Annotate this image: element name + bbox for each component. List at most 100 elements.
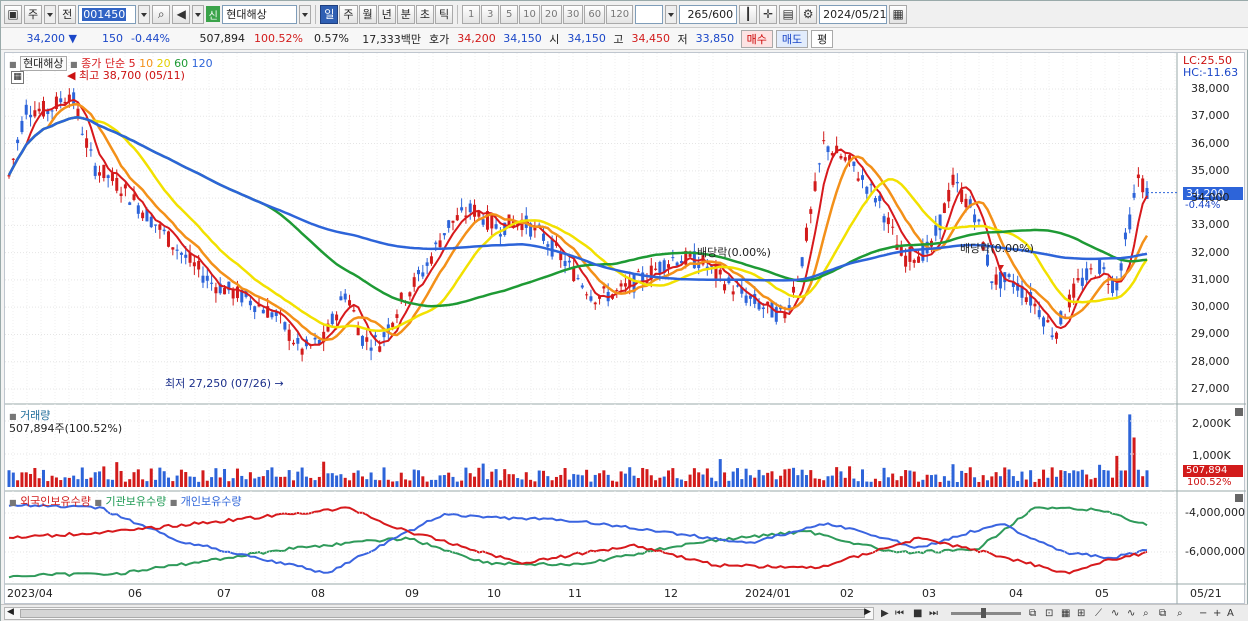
sell-button[interactable]: 매도	[775, 29, 809, 48]
custom-minute-input[interactable]	[635, 4, 664, 24]
buy-button[interactable]: 매수	[740, 29, 773, 48]
candle-body	[391, 322, 395, 328]
stock-name-dropdown[interactable]	[299, 4, 312, 24]
custom-minute-dropdown[interactable]	[665, 4, 678, 24]
forward-icon[interactable]: ⏭	[929, 606, 938, 621]
volume-bar	[279, 476, 283, 487]
volume-bar	[292, 480, 295, 487]
ruler-icon[interactable]: ⊞	[1077, 606, 1085, 621]
window-icon[interactable]: ▣	[4, 4, 22, 24]
minute-60-button[interactable]: 60	[584, 4, 606, 24]
minute-120-button[interactable]: 120	[606, 4, 634, 24]
volume-bar	[93, 472, 97, 487]
candle-body	[856, 178, 860, 181]
trend-tool-icon[interactable]: ∿	[1111, 606, 1119, 621]
volume-bar	[1102, 470, 1106, 487]
search-icon[interactable]: ⌕	[152, 4, 171, 24]
candle-body	[296, 338, 300, 344]
volume-bar	[300, 467, 304, 487]
speaker-icon[interactable]: ◀	[172, 4, 191, 24]
candle-body	[429, 256, 433, 264]
period-type-select[interactable]: 주	[24, 4, 43, 24]
low-price: 33,850	[695, 32, 735, 45]
candle-body	[1141, 178, 1145, 193]
zoom-slider[interactable]	[951, 606, 1021, 621]
chart-scrollbar[interactable]: ◀ ▶	[4, 607, 874, 620]
volume-bar	[723, 472, 727, 487]
play-icon[interactable]: ▶	[881, 606, 889, 621]
scroll-right-icon[interactable]: ▶	[864, 607, 871, 617]
period-tick-button[interactable]: 틱	[435, 4, 454, 24]
volume-bar	[24, 472, 28, 487]
scroll-thumb[interactable]	[20, 609, 865, 618]
candle-body	[1098, 259, 1102, 274]
candle-body	[248, 300, 252, 306]
font-size-icon[interactable]: A	[1227, 606, 1234, 621]
minute-10-button[interactable]: 10	[519, 4, 540, 24]
search-tool-icon[interactable]: ⌕	[1177, 606, 1183, 621]
period-type-dropdown[interactable]	[44, 4, 57, 24]
minute-3-button[interactable]: 3	[481, 4, 500, 24]
volume-tick-2000k: 2,000K	[1192, 417, 1231, 430]
candle-body	[343, 293, 347, 300]
date-field[interactable]: 2024/05/21	[819, 4, 888, 24]
volume-bar	[615, 481, 619, 487]
volume-bar	[464, 467, 468, 487]
individual-holdings-label[interactable]: 개인보유수량	[181, 495, 242, 508]
stock-code-dropdown[interactable]	[138, 4, 151, 24]
stock-code-input[interactable]: 001450	[78, 4, 137, 24]
calendar-icon[interactable]: ▦	[889, 4, 908, 24]
legend-stock-name[interactable]: 현대해상	[20, 56, 67, 71]
period-second-button[interactable]: 초	[415, 4, 434, 24]
candle-icon[interactable]: ┃	[739, 4, 758, 24]
average-button[interactable]: 평	[811, 29, 834, 48]
window-split-icon[interactable]: ⊡	[1045, 606, 1053, 621]
volume-bar	[240, 475, 244, 487]
foreign-holdings-label[interactable]: 외국인보유수량	[20, 495, 91, 508]
fibo-tool-icon[interactable]: ∿	[1127, 606, 1135, 621]
copy-icon[interactable]: ⧉	[1159, 606, 1166, 621]
volume-bar	[451, 476, 455, 487]
candle-body	[813, 181, 817, 191]
stop-icon[interactable]: ■	[913, 606, 922, 621]
stock-name-field[interactable]: 현대해상	[222, 4, 298, 24]
volume-bar	[934, 474, 938, 487]
save-icon[interactable]: ▤	[779, 4, 798, 24]
minute-5-button[interactable]: 5	[500, 4, 519, 24]
volume-bar	[917, 481, 921, 487]
line-tool-icon[interactable]: ⟋	[1095, 606, 1102, 621]
period-minute-button[interactable]: 분	[396, 4, 415, 24]
volume-bar	[908, 470, 912, 487]
speaker-dropdown[interactable]	[192, 4, 205, 24]
period-month-button[interactable]: 월	[358, 4, 377, 24]
minute-1-button[interactable]: 1	[462, 4, 481, 24]
institution-holdings-label[interactable]: 기관보유수량	[105, 495, 166, 508]
zoom-out-icon[interactable]: −	[1199, 606, 1207, 621]
volume-bar	[960, 470, 964, 487]
zoom-tool-icon[interactable]: ⌕	[1143, 606, 1149, 621]
chart-area[interactable]: ■ 현대해상 ■ 종가 단순 5 10 20 60 120 ▦ ◀ 최고 38,…	[4, 52, 1246, 605]
grid-icon[interactable]: ▦	[1061, 606, 1070, 621]
volume-bar	[425, 481, 429, 487]
layout-icon[interactable]: ⧉	[1029, 606, 1036, 621]
minute-20-button[interactable]: 20	[540, 4, 562, 24]
candle-body	[619, 283, 623, 287]
candle-body	[50, 110, 54, 112]
period-day-button[interactable]: 일	[320, 4, 339, 24]
chart-canvas[interactable]	[5, 53, 1246, 605]
period-year-button[interactable]: 년	[377, 4, 396, 24]
gear-icon[interactable]: ⚙	[799, 4, 818, 24]
zoom-in-icon[interactable]: +	[1213, 606, 1221, 621]
candle-body	[76, 108, 80, 117]
candle-body	[287, 329, 291, 341]
count-field[interactable]: 265/600	[679, 4, 738, 24]
volume-bar	[309, 477, 313, 487]
rewind-icon[interactable]: ⏮	[895, 606, 904, 621]
crosshair-icon[interactable]: ✛	[759, 4, 778, 24]
price-tick-label: 30,000	[1191, 300, 1230, 314]
period-week-button[interactable]: 주	[339, 4, 358, 24]
table-icon[interactable]: ▦	[11, 71, 24, 84]
minute-30-button[interactable]: 30	[562, 4, 584, 24]
prev-button[interactable]: 전	[58, 4, 77, 24]
scroll-left-icon[interactable]: ◀	[7, 607, 14, 617]
